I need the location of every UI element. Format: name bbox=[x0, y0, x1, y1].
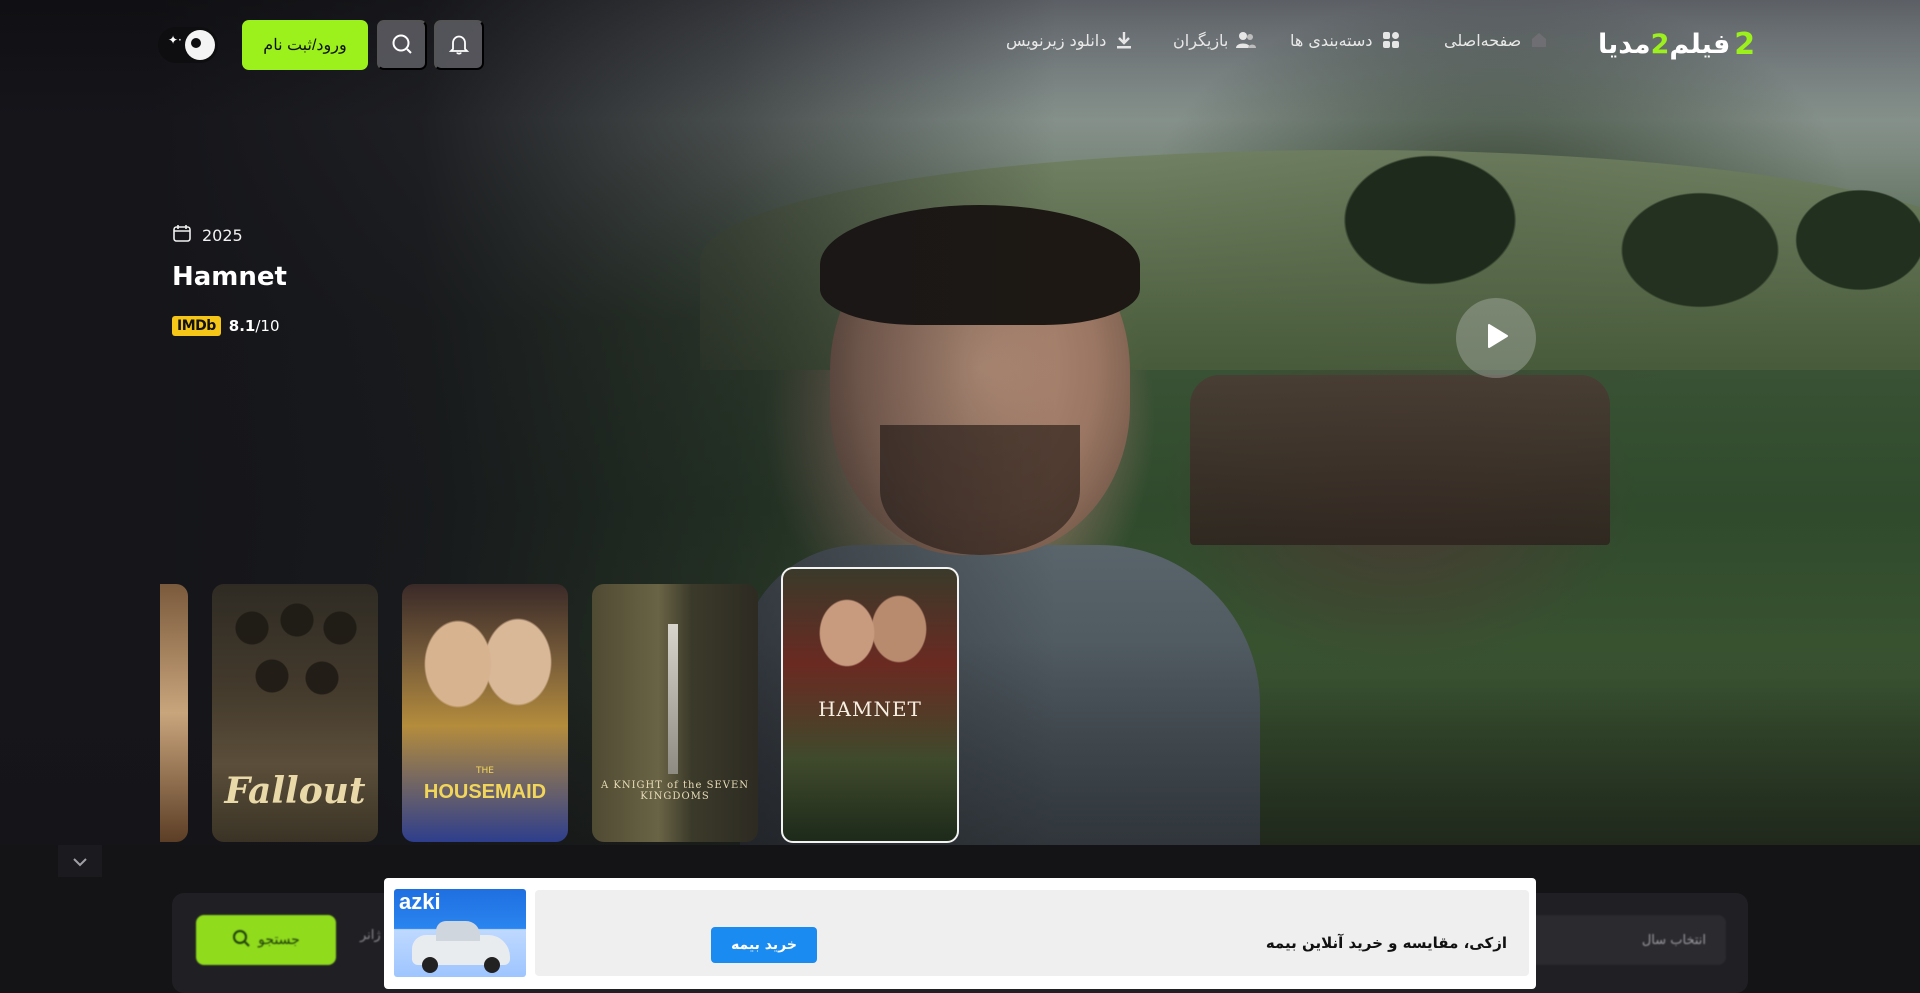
play-icon bbox=[1481, 321, 1511, 355]
ad-content: خرید بیمه ازکی، مقایسه و خرید آنلاین بیم… bbox=[535, 890, 1529, 976]
home-icon bbox=[1529, 30, 1549, 50]
ad-image: azki bbox=[394, 889, 526, 977]
poster-title: Fallout bbox=[224, 770, 366, 812]
nav-item-home-label: صفحه‌اصلی bbox=[1444, 30, 1522, 50]
filter-search-label: جستجو bbox=[258, 932, 300, 948]
ad-banner[interactable]: azki خرید بیمه ازکی، مقایسه و خرید آنلای… bbox=[384, 878, 1536, 989]
poster-partial[interactable] bbox=[160, 584, 188, 842]
play-trailer-button[interactable] bbox=[1456, 298, 1536, 378]
poster-knight-seven-kingdoms[interactable]: A KNIGHT of the SEVEN KINGDOMS bbox=[592, 584, 758, 842]
poster-fallout[interactable]: Fallout bbox=[212, 584, 378, 842]
filter-search-button[interactable]: جستجو bbox=[196, 915, 336, 965]
movie-title: Hamnet bbox=[172, 262, 287, 292]
poster-fallout-art bbox=[222, 598, 368, 738]
nav-item-subtitles[interactable]: دانلود زیرنویس bbox=[1006, 30, 1134, 50]
search-icon bbox=[232, 929, 250, 951]
ad-title: ازکی، مقایسه و خرید آنلاین بیمه bbox=[1265, 934, 1507, 952]
grid-icon bbox=[1381, 30, 1401, 50]
poster-title-prefix: THE bbox=[476, 766, 494, 776]
poster-title: HOUSEMAID bbox=[423, 781, 547, 803]
app-root: 2 فیلم2مدیا صفحه‌اصلی دسته‌بندی ها بازیگ… bbox=[0, 0, 1920, 993]
logo-text: فیلم2مدیا bbox=[1598, 29, 1730, 60]
release-year-value: 2025 bbox=[202, 225, 243, 245]
moon-icon bbox=[185, 30, 215, 60]
car-wheel bbox=[484, 957, 500, 973]
car-wheel bbox=[422, 957, 438, 973]
filter-genre-label: ژانر bbox=[360, 928, 381, 943]
scroll-down-button[interactable] bbox=[58, 845, 102, 877]
login-register-button[interactable]: ورود/ثبت نام bbox=[242, 20, 368, 70]
nav-item-categories-label: دسته‌بندی ها bbox=[1290, 30, 1373, 50]
notifications-button[interactable] bbox=[434, 20, 484, 70]
poster-housemaid[interactable]: THE HOUSEMAID bbox=[402, 584, 568, 842]
nav-item-subtitles-label: دانلود زیرنویس bbox=[1006, 30, 1107, 50]
download-icon bbox=[1114, 30, 1134, 50]
theme-toggle[interactable]: ✦· bbox=[158, 27, 218, 63]
poster-title: HAMNET bbox=[818, 697, 922, 721]
bell-icon bbox=[448, 33, 470, 58]
logo-text-part2: مدیا bbox=[1598, 28, 1651, 60]
search-button[interactable] bbox=[377, 20, 427, 70]
ad-brand: azki bbox=[399, 889, 441, 914]
chevron-down-icon bbox=[72, 852, 88, 871]
search-icon bbox=[391, 33, 413, 58]
site-logo[interactable]: 2 فیلم2مدیا bbox=[1598, 26, 1755, 62]
poster-hamnet-active[interactable]: HAMNET bbox=[781, 567, 959, 843]
users-icon bbox=[1236, 30, 1257, 50]
nav-item-actors[interactable]: بازیگران bbox=[1173, 30, 1257, 50]
poster-housemaid-art bbox=[414, 604, 556, 724]
ad-cta-button[interactable]: خرید بیمه bbox=[711, 927, 817, 963]
nav-item-actors-label: بازیگران bbox=[1173, 30, 1229, 50]
imdb-rating-value: 8.1/10 bbox=[229, 317, 280, 335]
imdb-rating: IMDb 8.1/10 bbox=[172, 316, 280, 336]
imdb-logo: IMDb bbox=[172, 316, 221, 336]
poster-sword bbox=[668, 624, 678, 774]
filter-year-field[interactable]: انتخاب سال bbox=[1512, 915, 1726, 965]
poster-title: A KNIGHT of the SEVEN KINGDOMS bbox=[600, 780, 749, 802]
logo-text-accent: 2 bbox=[1650, 28, 1670, 60]
logo-text-part1: فیلم bbox=[1669, 28, 1731, 60]
nav-item-categories[interactable]: دسته‌بندی ها bbox=[1290, 30, 1401, 50]
nav-item-home[interactable]: صفحه‌اصلی bbox=[1444, 30, 1549, 50]
logo-mark: 2 bbox=[1734, 26, 1756, 62]
stars-icon: ✦· bbox=[168, 33, 182, 47]
top-nav: 2 فیلم2مدیا صفحه‌اصلی دسته‌بندی ها بازیگ… bbox=[0, 0, 1920, 90]
calendar-icon bbox=[172, 223, 192, 247]
poster-hamnet-art bbox=[803, 589, 939, 689]
rating-score: 8.1 bbox=[228, 317, 256, 335]
rating-max: /10 bbox=[255, 317, 280, 335]
release-year: 2025 bbox=[172, 223, 243, 247]
